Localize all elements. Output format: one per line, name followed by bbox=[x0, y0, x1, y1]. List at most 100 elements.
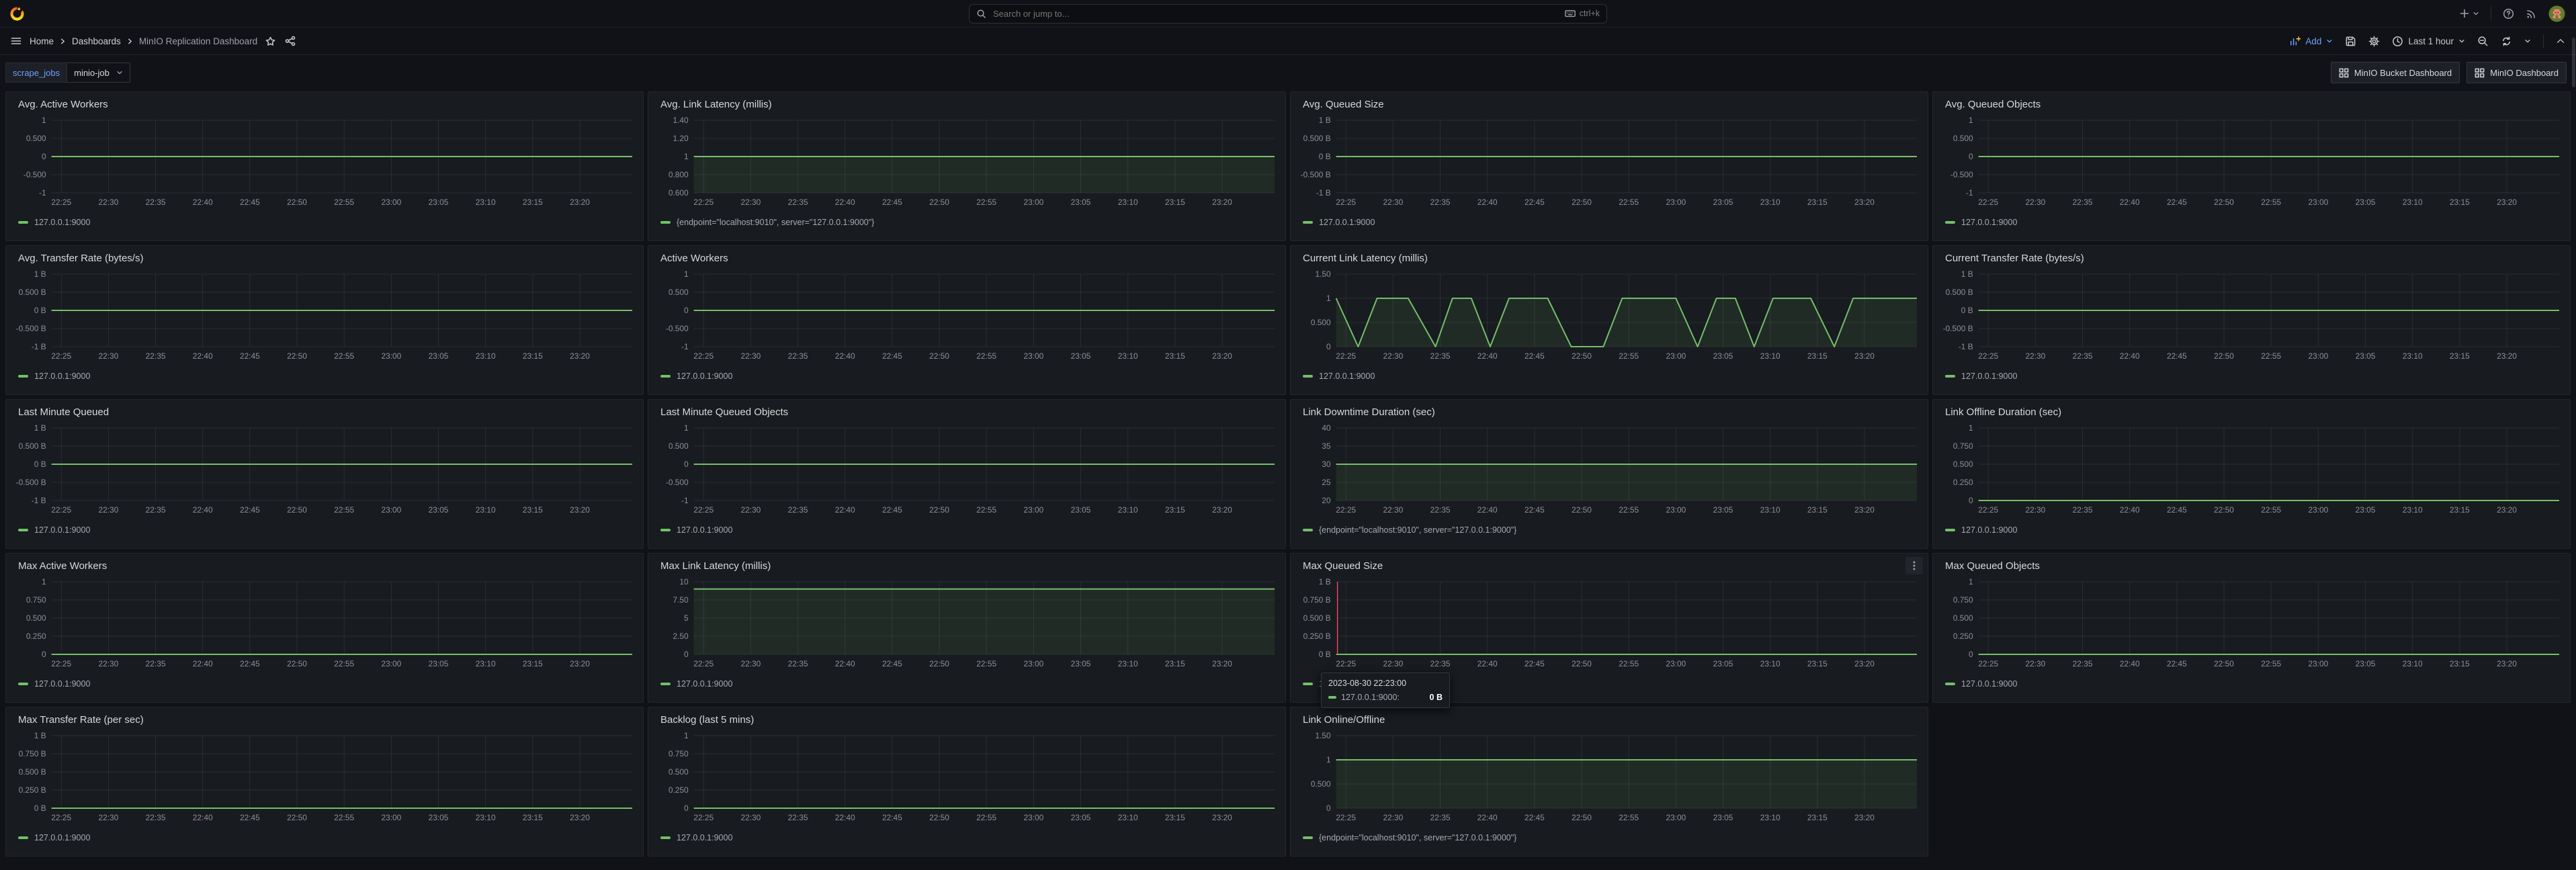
legend-item[interactable]: 127.0.0.1:9000 bbox=[655, 670, 1279, 697]
legend-item[interactable]: 127.0.0.1:9000 bbox=[13, 363, 636, 389]
new-button[interactable] bbox=[2459, 8, 2479, 19]
time-series-chart[interactable]: 22:2522:3022:3522:4022:4522:5022:5523:00… bbox=[1940, 421, 2563, 517]
breadcrumb-home[interactable]: Home bbox=[30, 36, 54, 46]
panel-title[interactable]: Avg. Queued Objects bbox=[1940, 95, 2563, 114]
collapse-header-icon[interactable] bbox=[2556, 36, 2565, 46]
panel-title[interactable]: Active Workers bbox=[655, 249, 1279, 267]
panel-title[interactable]: Max Transfer Rate (per sec) bbox=[13, 711, 636, 729]
panel-title[interactable]: Avg. Transfer Rate (bytes/s) bbox=[13, 249, 636, 267]
panel-title[interactable]: Avg. Link Latency (millis) bbox=[655, 95, 1279, 114]
time-series-chart[interactable]: 22:2522:3022:3522:4022:4522:5022:5523:00… bbox=[655, 575, 1279, 670]
legend-item[interactable]: 127.0.0.1:9000 bbox=[655, 824, 1279, 851]
zoom-out-icon[interactable] bbox=[2477, 36, 2489, 47]
panel-title[interactable]: Max Queued Size bbox=[1297, 557, 1921, 575]
svg-text:22:45: 22:45 bbox=[1525, 351, 1545, 361]
time-series-chart[interactable]: 22:2522:3022:3522:4022:4522:5022:5523:00… bbox=[1940, 114, 2563, 209]
panel-title[interactable]: Avg. Active Workers bbox=[13, 95, 636, 114]
svg-text:1 B: 1 B bbox=[34, 269, 46, 279]
refresh-icon[interactable] bbox=[2501, 36, 2512, 47]
panel-title[interactable]: Link Offline Duration (sec) bbox=[1940, 403, 2563, 421]
menu-icon[interactable] bbox=[11, 36, 22, 46]
time-series-chart[interactable]: 22:2522:3022:3522:4022:4522:5022:5523:00… bbox=[1297, 729, 1921, 824]
panel-title[interactable]: Last Minute Queued Objects bbox=[655, 403, 1279, 421]
share-icon[interactable] bbox=[285, 36, 296, 46]
add-button[interactable]: Add bbox=[2289, 36, 2333, 47]
panel-title[interactable]: Last Minute Queued bbox=[13, 403, 636, 421]
search-box[interactable]: ctrl+k bbox=[969, 4, 1607, 24]
panel-menu-button[interactable] bbox=[1905, 557, 1923, 574]
panel-title[interactable]: Avg. Queued Size bbox=[1297, 95, 1921, 114]
svg-text:23:15: 23:15 bbox=[523, 505, 543, 515]
link-minio-bucket-dashboard[interactable]: MinIO Bucket Dashboard bbox=[2331, 62, 2460, 83]
panel-title[interactable]: Link Online/Offline bbox=[1297, 711, 1921, 729]
dashboard-settings-icon[interactable] bbox=[2368, 36, 2380, 47]
news-button[interactable] bbox=[2526, 8, 2537, 19]
panel-title[interactable]: Max Link Latency (millis) bbox=[655, 557, 1279, 575]
save-dashboard-icon[interactable] bbox=[2345, 36, 2356, 47]
search-input[interactable] bbox=[992, 8, 1559, 19]
legend-item[interactable]: 127.0.0.1:9000 bbox=[1297, 363, 1921, 389]
time-series-chart[interactable]: 22:2522:3022:3522:4022:4522:5022:5523:00… bbox=[1940, 575, 2563, 670]
svg-text:22:55: 22:55 bbox=[334, 351, 354, 361]
legend-item[interactable]: 127.0.0.1:9000 bbox=[1940, 363, 2563, 389]
svg-text:22:50: 22:50 bbox=[2214, 351, 2234, 361]
legend-item[interactable]: 127.0.0.1:9000 bbox=[13, 517, 636, 543]
legend-item[interactable]: 127.0.0.1:9000 bbox=[1940, 670, 2563, 697]
time-series-chart[interactable]: 22:2522:3022:3522:4022:4522:5022:5523:00… bbox=[1940, 267, 2563, 363]
link-minio-dashboard[interactable]: MinIO Dashboard bbox=[2466, 62, 2567, 83]
legend-label: 127.0.0.1:9000 bbox=[1319, 218, 1375, 227]
svg-text:22:45: 22:45 bbox=[240, 351, 260, 361]
time-series-chart[interactable]: 22:2522:3022:3522:4022:4522:5022:5523:00… bbox=[1297, 421, 1921, 517]
help-button[interactable] bbox=[2503, 8, 2514, 19]
time-series-chart[interactable]: 22:2522:3022:3522:4022:4522:5022:5523:00… bbox=[13, 421, 636, 517]
legend-item[interactable]: 127.0.0.1:9000 bbox=[13, 670, 636, 697]
svg-text:1.20: 1.20 bbox=[673, 134, 689, 143]
legend-item[interactable]: 127.0.0.1:9000 bbox=[13, 209, 636, 235]
grafana-logo[interactable] bbox=[9, 6, 25, 21]
breadcrumb-dashboards[interactable]: Dashboards bbox=[72, 36, 121, 46]
panel-title[interactable]: Max Active Workers bbox=[13, 557, 636, 575]
time-series-chart[interactable]: 22:2522:3022:3522:4022:4522:5022:5523:00… bbox=[13, 267, 636, 363]
legend-item[interactable]: 127.0.0.1:9000 bbox=[1940, 209, 2563, 235]
svg-text:22:30: 22:30 bbox=[740, 351, 761, 361]
svg-text:23:15: 23:15 bbox=[523, 813, 543, 822]
legend-item[interactable]: 127.0.0.1:9000 bbox=[1940, 517, 2563, 543]
avatar[interactable] bbox=[2548, 5, 2565, 22]
time-series-chart[interactable]: 22:2522:3022:3522:4022:4522:5022:5523:00… bbox=[13, 729, 636, 824]
legend-item[interactable]: {endpoint="localhost:9010", server="127.… bbox=[1297, 517, 1921, 543]
variable-value-dropdown[interactable]: minio-job bbox=[67, 62, 130, 83]
time-range-picker[interactable]: Last 1 hour bbox=[2392, 36, 2465, 47]
time-series-chart[interactable]: 22:2522:3022:3522:4022:4522:5022:5523:00… bbox=[1297, 267, 1921, 363]
variable-control: scrape_jobs minio-job bbox=[5, 62, 130, 83]
scrollbar-thumb[interactable] bbox=[2572, 38, 2575, 87]
time-series-chart[interactable]: 22:2522:3022:3522:4022:4522:5022:5523:00… bbox=[13, 575, 636, 670]
panel-title[interactable]: Current Link Latency (millis) bbox=[1297, 249, 1921, 267]
time-series-chart[interactable]: 22:2522:3022:3522:4022:4522:5022:5523:00… bbox=[655, 114, 1279, 209]
variable-label[interactable]: scrape_jobs bbox=[5, 62, 67, 83]
star-icon[interactable] bbox=[265, 36, 275, 46]
legend-item[interactable]: 127.0.0.1:9000 bbox=[655, 517, 1279, 543]
time-series-chart[interactable]: 22:2522:3022:3522:4022:4522:5022:5523:00… bbox=[655, 729, 1279, 824]
svg-text:22:40: 22:40 bbox=[1477, 813, 1498, 822]
time-series-chart[interactable]: 22:2522:3022:3522:4022:4522:5022:5523:00… bbox=[655, 267, 1279, 363]
svg-text:23:10: 23:10 bbox=[1118, 659, 1138, 668]
svg-text:35: 35 bbox=[1322, 441, 1331, 451]
svg-text:23:15: 23:15 bbox=[523, 198, 543, 207]
legend-item[interactable]: 127.0.0.1:9000 bbox=[13, 824, 636, 851]
time-series-chart[interactable]: 22:2522:3022:3522:4022:4522:5022:5523:00… bbox=[655, 421, 1279, 517]
svg-text:23:10: 23:10 bbox=[476, 505, 496, 515]
panel-title[interactable]: Backlog (last 5 mins) bbox=[655, 711, 1279, 729]
time-series-chart[interactable]: 22:2522:3022:3522:4022:4522:5022:5523:00… bbox=[1297, 114, 1921, 209]
legend-item[interactable]: {endpoint="localhost:9010", server="127.… bbox=[1297, 824, 1921, 851]
time-series-chart[interactable]: 22:2522:3022:3522:4022:4522:5022:5523:00… bbox=[13, 114, 636, 209]
svg-text:22:55: 22:55 bbox=[2261, 351, 2281, 361]
panel-title[interactable]: Max Queued Objects bbox=[1940, 557, 2563, 575]
legend-item[interactable]: 127.0.0.1:9000 bbox=[1297, 209, 1921, 235]
time-series-chart[interactable]: 22:2522:3022:3522:4022:4522:5022:5523:00… bbox=[1297, 575, 1921, 670]
panel-title[interactable]: Link Downtime Duration (sec) bbox=[1297, 403, 1921, 421]
refresh-interval-dropdown[interactable] bbox=[2524, 38, 2531, 44]
legend-item[interactable]: {endpoint="localhost:9010", server="127.… bbox=[655, 209, 1279, 235]
legend-item[interactable]: 127.0.0.1:9000 bbox=[655, 363, 1279, 389]
panel-title[interactable]: Current Transfer Rate (bytes/s) bbox=[1940, 249, 2563, 267]
svg-text:0 B: 0 B bbox=[1319, 152, 1331, 161]
